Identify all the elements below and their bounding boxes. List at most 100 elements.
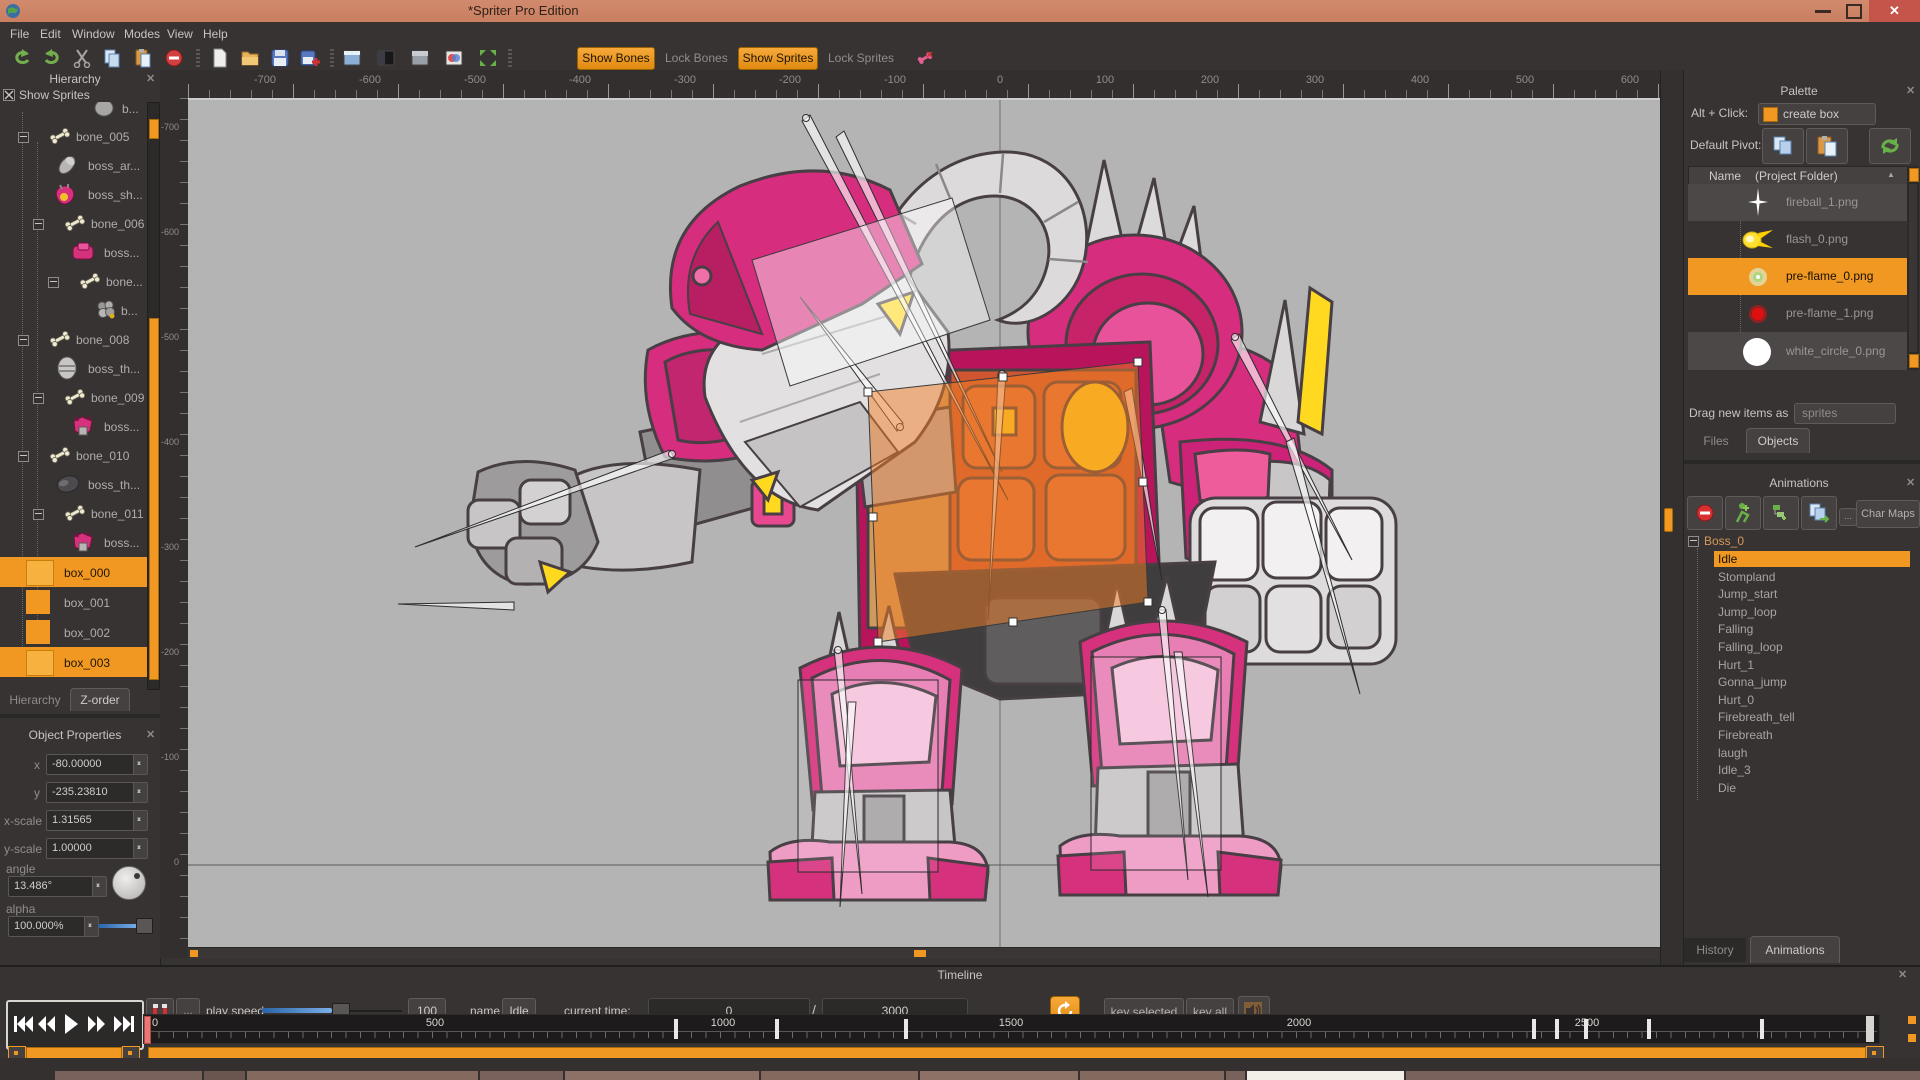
anim-item[interactable]: Falling_loop xyxy=(1684,639,1914,657)
view-dark-icon[interactable] xyxy=(376,48,396,68)
copy-icon[interactable] xyxy=(102,48,122,68)
drag-new-items-field[interactable]: sprites xyxy=(1794,403,1896,424)
anim-item[interactable]: Firebreath_tell xyxy=(1684,709,1914,727)
anim-item[interactable]: Falling xyxy=(1684,621,1914,639)
lock-bones-button[interactable]: Lock Bones xyxy=(665,51,728,65)
tree-item[interactable]: boss_th... xyxy=(0,470,148,499)
save-icon[interactable] xyxy=(270,48,290,68)
file-list-header[interactable]: Name (Project Folder) ▲ xyxy=(1688,166,1909,186)
tree-item[interactable]: b... xyxy=(0,296,148,325)
copy-animation-button[interactable] xyxy=(1801,496,1837,530)
lock-sprites-button[interactable]: Lock Sprites xyxy=(828,51,894,65)
menu-help[interactable]: Help xyxy=(203,27,228,41)
angle-field[interactable]: 13.486° xyxy=(8,876,107,897)
skip-end-button[interactable] xyxy=(112,1014,136,1034)
tree-item[interactable]: bone... xyxy=(0,267,148,296)
anim-root[interactable]: Boss_0 xyxy=(1704,534,1744,548)
new-file-icon[interactable] xyxy=(210,48,230,68)
tree-item[interactable]: bone_011 xyxy=(0,499,148,528)
tree-item[interactable]: boss_ar... xyxy=(0,151,148,180)
tab-objects[interactable]: Objects xyxy=(1746,428,1810,453)
anim-item[interactable]: Die xyxy=(1684,780,1914,798)
file-row[interactable]: white_circle_0.png xyxy=(1688,332,1907,370)
playhead[interactable] xyxy=(144,1016,151,1044)
cut-icon[interactable] xyxy=(72,48,92,68)
tree-item[interactable]: boss_sh... xyxy=(0,180,148,209)
tree-item[interactable]: boss... xyxy=(0,412,148,441)
next-frame-button[interactable] xyxy=(86,1014,106,1034)
canvas[interactable] xyxy=(188,98,1660,949)
anim-item[interactable]: Hurt_0 xyxy=(1684,692,1914,710)
undo-icon[interactable] xyxy=(12,48,32,68)
keyframe-marker[interactable] xyxy=(1555,1019,1559,1039)
file-row-selected[interactable]: pre-flame_0.png xyxy=(1688,258,1907,295)
canvas-v-scrollbar[interactable] xyxy=(1660,70,1684,965)
alpha-slider[interactable] xyxy=(98,924,138,928)
xscale-field[interactable]: 1.31565 xyxy=(46,810,148,831)
tree-item[interactable]: bone_008 xyxy=(0,325,148,354)
anim-item[interactable]: Hurt_1 xyxy=(1684,657,1914,675)
menu-edit[interactable]: Edit xyxy=(40,27,61,41)
menu-window[interactable]: Window xyxy=(72,27,115,41)
keyframe-marker[interactable] xyxy=(775,1019,779,1039)
tree-item[interactable]: bone_009 xyxy=(0,383,148,412)
file-row[interactable]: pre-flame_1.png xyxy=(1688,295,1907,332)
y-field[interactable]: -235.23810 xyxy=(46,782,148,803)
tree-item[interactable]: bone_006 xyxy=(0,209,148,238)
show-bones-button[interactable]: Show Bones xyxy=(577,47,655,70)
name-column-header[interactable]: Name xyxy=(1709,169,1741,183)
close-button[interactable]: ✕ xyxy=(1869,0,1920,22)
play-speed-slider[interactable] xyxy=(262,1008,332,1013)
yscale-field[interactable]: 1.00000 xyxy=(46,838,148,859)
anim-item[interactable]: Firebreath xyxy=(1684,727,1914,745)
show-sprites-button[interactable]: Show Sprites xyxy=(738,47,818,70)
pivot-refresh-button[interactable] xyxy=(1869,128,1911,164)
char-maps-button[interactable]: Char Maps xyxy=(1856,500,1920,528)
new-animation-button[interactable] xyxy=(1725,496,1761,530)
tab-animations[interactable]: Animations xyxy=(1750,936,1840,963)
animations-close-icon[interactable]: ✕ xyxy=(1906,476,1915,489)
prev-frame-button[interactable] xyxy=(36,1014,56,1034)
hierarchy-close-icon[interactable]: ✕ xyxy=(146,72,155,85)
pivot-copy-button[interactable] xyxy=(1762,128,1804,164)
alpha-slider-handle[interactable] xyxy=(136,918,153,934)
tree-item-selected[interactable]: box_003 xyxy=(0,647,148,677)
create-box-field[interactable]: create box xyxy=(1758,103,1876,125)
anim-item[interactable]: Gonna_jump xyxy=(1684,674,1914,692)
tree-item[interactable]: box_001 xyxy=(0,587,148,617)
bone-tool-icon[interactable] xyxy=(916,49,934,67)
tree-item[interactable]: b... xyxy=(0,102,148,122)
angle-dial[interactable] xyxy=(112,866,146,900)
anim-item[interactable]: Jump_start xyxy=(1684,586,1914,604)
anim-item[interactable]: Jump_loop xyxy=(1684,604,1914,622)
open-folder-icon[interactable] xyxy=(240,48,260,68)
delete-icon[interactable] xyxy=(164,48,184,68)
file-row[interactable]: fireball_1.png xyxy=(1688,184,1907,221)
view-window-icon[interactable] xyxy=(342,48,362,68)
show-sprites-checkbox[interactable]: Show Sprites xyxy=(2,88,158,102)
keyframe-marker[interactable] xyxy=(904,1019,908,1039)
menu-file[interactable]: File xyxy=(10,27,29,41)
x-field[interactable]: -80.00000 xyxy=(46,754,148,775)
expand-view-icon[interactable] xyxy=(478,48,498,68)
keyframe-marker[interactable] xyxy=(1760,1019,1764,1039)
timeline-right-buttons[interactable] xyxy=(1908,1016,1916,1024)
anim-item[interactable]: Stompland xyxy=(1684,569,1914,587)
anim-root-expander[interactable] xyxy=(1688,536,1699,547)
paste-icon[interactable] xyxy=(133,48,153,68)
tab-z-order[interactable]: Z-order xyxy=(70,688,130,711)
anim-item-selected[interactable]: Idle xyxy=(1684,551,1914,569)
tree-item[interactable]: boss_th... xyxy=(0,354,148,383)
menu-modes[interactable]: Modes xyxy=(124,27,160,41)
palette-close-icon[interactable]: ✕ xyxy=(1906,84,1915,97)
tree-item[interactable]: box_002 xyxy=(0,617,148,647)
tree-item-selected[interactable]: box_000 xyxy=(0,557,148,587)
sort-arrow-icon[interactable]: ▲ xyxy=(1887,170,1895,179)
object-properties-close-icon[interactable]: ✕ xyxy=(146,728,155,741)
anim-item[interactable]: Idle_3 xyxy=(1684,762,1914,780)
canvas-h-scrollbar[interactable] xyxy=(188,947,1660,959)
hierarchy-scrollbar[interactable] xyxy=(147,102,160,690)
timeline-close-icon[interactable]: ✕ xyxy=(1898,968,1907,981)
palette-scrollbar[interactable] xyxy=(1907,166,1919,370)
timeline-ruler[interactable]: 0 500 1000 1500 2000 2500 xyxy=(143,1014,1880,1044)
